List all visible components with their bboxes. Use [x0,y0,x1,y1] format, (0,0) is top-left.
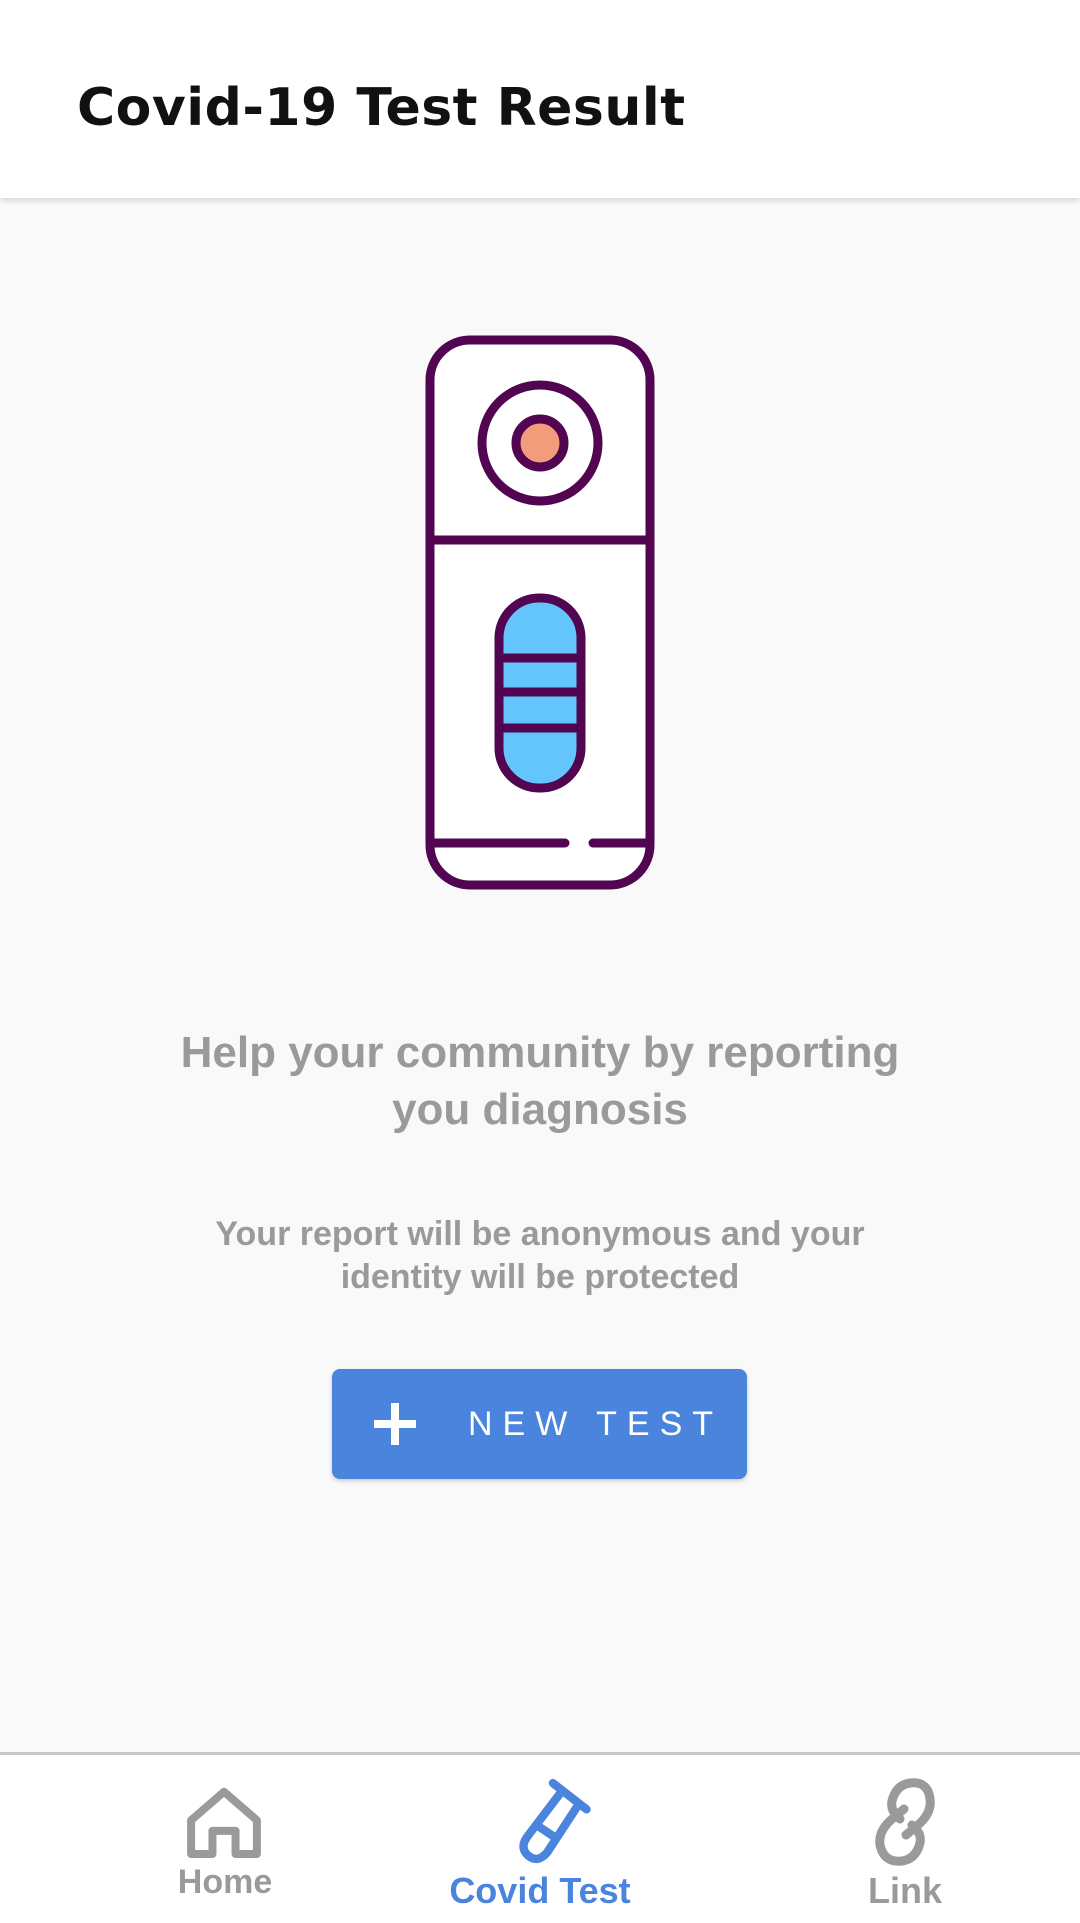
nav-label-link: Link [867,1870,942,1911]
anonymity-notice: Your report will be anonymous and your i… [215,1215,865,1296]
nav-item-covid-test[interactable]: Covid Test [420,1755,660,1923]
home-icon [187,1787,261,1858]
bottom-navigation: Home Covid Test Link [0,1752,1080,1923]
nav-item-home[interactable]: Home [150,1755,300,1923]
new-test-button[interactable]: NEW TEST [332,1369,747,1479]
test-tube-icon [519,1778,591,1864]
nav-label-home: Home [177,1863,273,1901]
nav-item-link[interactable]: Link [830,1755,980,1923]
new-test-label: NEW TEST [468,1405,724,1443]
plus-icon [374,1403,416,1445]
nav-label-covid-test: Covid Test [449,1870,631,1911]
covid-test-kit-icon [425,335,655,890]
headline: Help your community by reporting you dia… [180,1028,900,1134]
page-title: Covid-19 Test Result [77,78,686,138]
app-bar: Covid-19 Test Result [0,0,1080,198]
link-icon [875,1778,935,1866]
